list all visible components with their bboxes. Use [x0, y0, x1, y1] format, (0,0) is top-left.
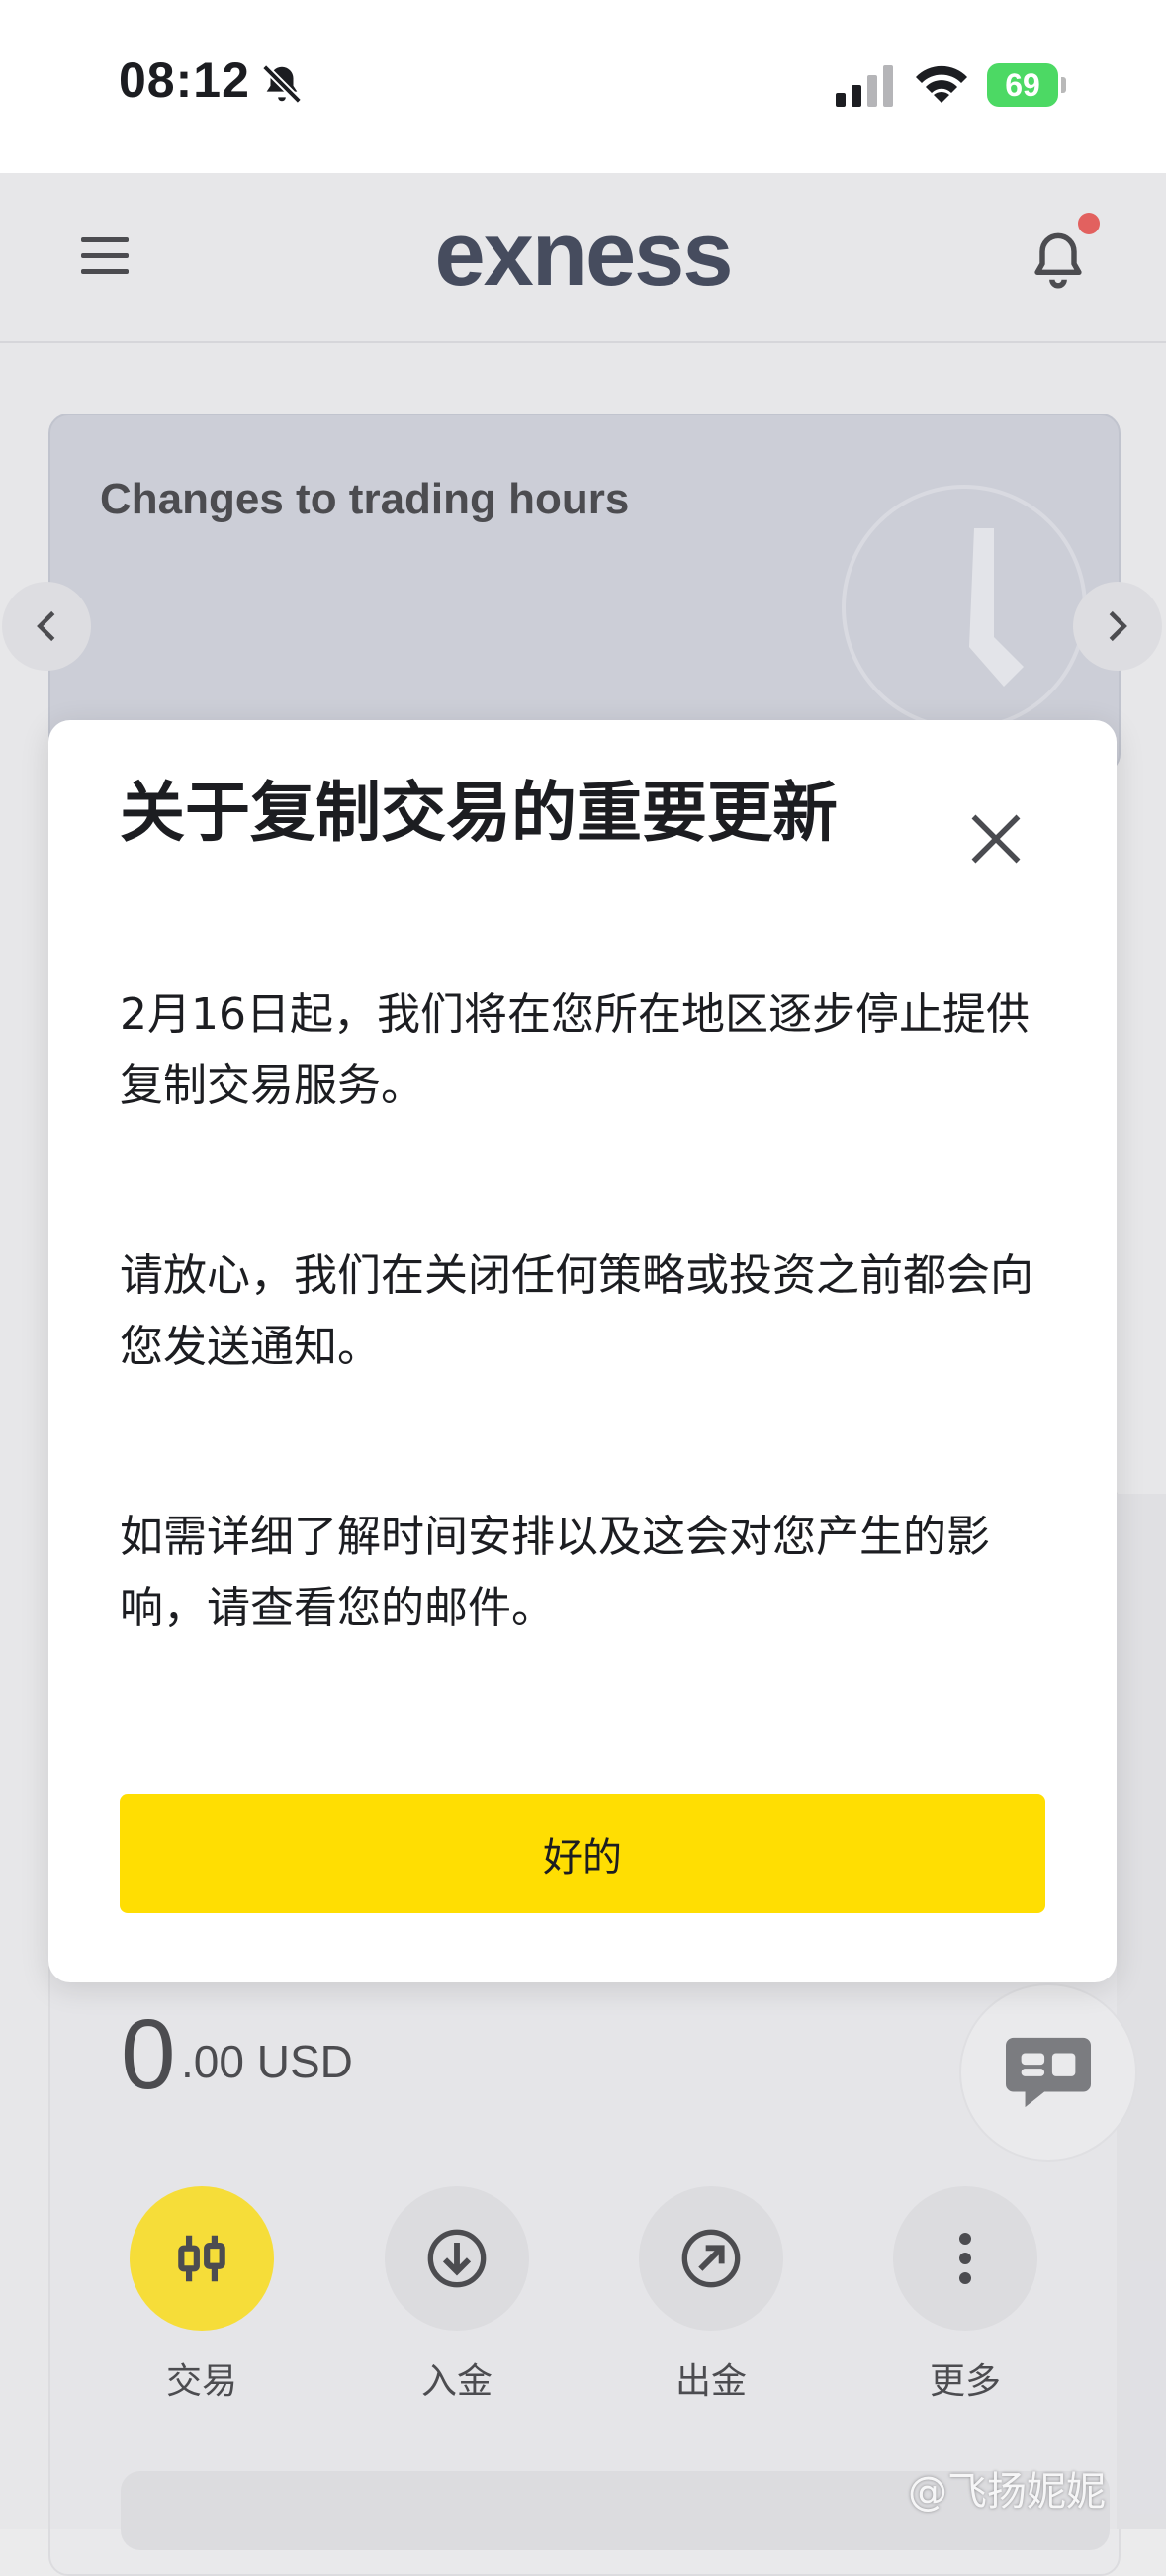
dialog-paragraph: 2月16日起，我们将在您所在地区逐步停止提供复制交易服务。	[120, 989, 1030, 1111]
banner-title: Changes to trading hours	[100, 475, 630, 523]
arrow-down-circle-icon	[427, 2229, 487, 2288]
arrow-up-right-circle-icon	[681, 2229, 741, 2288]
bell-slash-icon	[262, 64, 302, 104]
carousel-prev-button[interactable]	[2, 582, 91, 671]
balance-integer: 0	[121, 1999, 176, 2110]
cellular-signal-icon	[836, 65, 893, 107]
dialog-paragraph: 如需详细了解时间安排以及这会对您产生的影响，请查看您的邮件。	[120, 1512, 990, 1633]
clock-illustration-icon	[842, 485, 1087, 730]
important-update-dialog: 关于复制交易的重要更新 2月16日起，我们将在您所在地区逐步停止提供复制交易服务…	[48, 720, 1117, 1982]
trade-action[interactable]: 交易	[130, 2186, 274, 2404]
withdraw-action[interactable]: 出金	[639, 2186, 783, 2404]
wifi-icon	[916, 65, 967, 103]
watermark: @飞扬妮妮	[908, 2469, 1106, 2515]
chat-bubble-icon	[1006, 2037, 1091, 2108]
withdraw-action-button[interactable]	[639, 2186, 783, 2331]
more-action-label: 更多	[929, 2361, 1001, 2402]
chevron-right-icon	[1109, 610, 1127, 642]
bell-icon[interactable]	[1029, 229, 1088, 292]
more-action[interactable]: 更多	[893, 2186, 1037, 2404]
side-panel	[1117, 1494, 1166, 2529]
balance-decimal-currency: .00 USD	[181, 2036, 353, 2087]
more-action-button[interactable]	[893, 2186, 1037, 2331]
chevron-left-icon	[37, 610, 55, 642]
ok-button[interactable]: 好的	[120, 1794, 1045, 1913]
app-header: exness	[0, 173, 1166, 343]
exness-logo: exness	[434, 204, 733, 305]
status-time: 08:12	[119, 52, 250, 108]
trade-action-button[interactable]	[130, 2186, 274, 2331]
deposit-action[interactable]: 入金	[385, 2186, 529, 2404]
withdraw-action-label: 出金	[674, 2361, 747, 2402]
status-bar: 08:12 69	[0, 0, 1166, 173]
dialog-title: 关于复制交易的重要更新	[120, 775, 838, 851]
chat-support-button[interactable]	[959, 1983, 1137, 2162]
candlestick-icon	[178, 2235, 225, 2282]
battery-level: 69	[1005, 66, 1040, 103]
notification-badge	[1078, 213, 1100, 234]
carousel-next-button[interactable]	[1073, 582, 1162, 671]
deposit-action-button[interactable]	[385, 2186, 529, 2331]
deposit-action-label: 入金	[420, 2361, 493, 2402]
dialog-paragraph: 请放心，我们在关闭任何策略或投资之前都会向您发送通知。	[120, 1250, 1033, 1372]
battery-indicator: 69	[987, 63, 1066, 107]
close-icon[interactable]	[966, 809, 1026, 869]
more-vertical-icon	[959, 2233, 971, 2284]
trade-action-label: 交易	[165, 2361, 237, 2402]
